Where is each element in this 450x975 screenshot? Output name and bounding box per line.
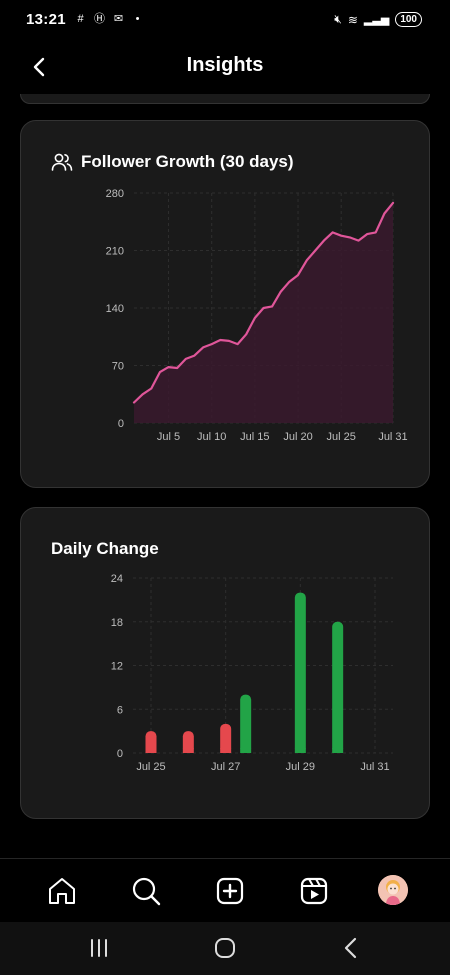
notification-icon-1: #: [77, 13, 84, 25]
follower-growth-card: Follower Growth (30 days) 0 70 140 210 280 Ju…: [20, 120, 430, 488]
bar-base: [182, 748, 194, 753]
x-tick-label: Jul 10: [197, 431, 226, 443]
app-header: Insights: [0, 38, 450, 94]
search-icon[interactable]: [130, 875, 162, 907]
home-circle-icon[interactable]: [211, 936, 239, 960]
bar-positive: [240, 694, 252, 753]
mute-icon: 🔇︎: [334, 12, 342, 26]
y-tick-label: 12: [111, 661, 123, 673]
signal-icon: ▂▃▅: [363, 14, 390, 26]
add-post-icon[interactable]: [214, 875, 246, 907]
battery-indicator: 100: [395, 12, 422, 27]
recents-icon[interactable]: [85, 936, 113, 960]
y-tick-label: 280: [106, 188, 124, 200]
avatar-image: [378, 875, 408, 905]
system-back-icon[interactable]: [337, 936, 365, 960]
x-tick-label: Jul 5: [157, 431, 180, 443]
x-tick-label: Jul 31: [378, 431, 407, 443]
status-time: 13:21: [26, 11, 66, 28]
notification-icons: # Ⓗ ✉ •: [73, 12, 145, 27]
bar-base: [294, 748, 306, 753]
y-tick-label: 24: [111, 573, 123, 585]
y-tick-label: 210: [106, 246, 124, 258]
x-tick-label: Jul 15: [240, 431, 269, 443]
status-bar: 13:21 # Ⓗ ✉ • 🔇︎ ≋ ▂▃▅ 100: [0, 0, 450, 38]
x-tick-label: Jul 29: [286, 761, 315, 773]
home-icon[interactable]: [46, 875, 78, 907]
daily-change-chart: 0 6 12 18 24 Jul 25 Jul 27 Jul 29 Jul 31: [111, 573, 393, 773]
bar-base: [240, 748, 252, 753]
y-tick-label: 70: [112, 361, 124, 373]
y-tick-label: 0: [117, 748, 123, 760]
x-tick-label: Jul 25: [136, 761, 165, 773]
y-tick-label: 140: [106, 303, 124, 315]
y-tick-label: 18: [111, 617, 123, 629]
previous-card-edge: [20, 94, 430, 104]
bar-base: [145, 748, 157, 753]
page-title: Insights: [186, 54, 264, 76]
daily-change-card: Daily Change 0 6 12 18 24 Jul 25 Jul 27 Jul 29 J…: [20, 507, 430, 819]
system-status: 🔇︎ ≋ ▂▃▅ 100: [334, 12, 422, 27]
more-dot-icon: •: [135, 13, 140, 25]
x-tick-label: Jul 20: [283, 431, 312, 443]
notification-icon-2: Ⓗ: [94, 13, 105, 25]
wifi-icon: ≋: [347, 12, 358, 27]
y-tick-label: 0: [118, 418, 124, 430]
bar-positive: [294, 592, 306, 753]
profile-avatar[interactable]: [378, 875, 408, 905]
follower-growth-chart: 0 70 140 210 280 Jul 5 Jul 10 Jul 15 Jul 20 Jul 2…: [106, 188, 408, 443]
bar-base: [332, 748, 344, 753]
bar-positive: [332, 621, 344, 753]
x-tick-label: Jul 25: [327, 431, 356, 443]
chat-icon: ✉: [113, 13, 124, 25]
x-tick-label: Jul 27: [211, 761, 240, 773]
bar-base: [220, 748, 232, 753]
x-tick-label: Jul 31: [360, 761, 389, 773]
system-navigation: [0, 922, 450, 975]
y-tick-label: 6: [117, 704, 123, 716]
growth-area: [134, 202, 393, 423]
reels-icon[interactable]: [298, 875, 330, 907]
